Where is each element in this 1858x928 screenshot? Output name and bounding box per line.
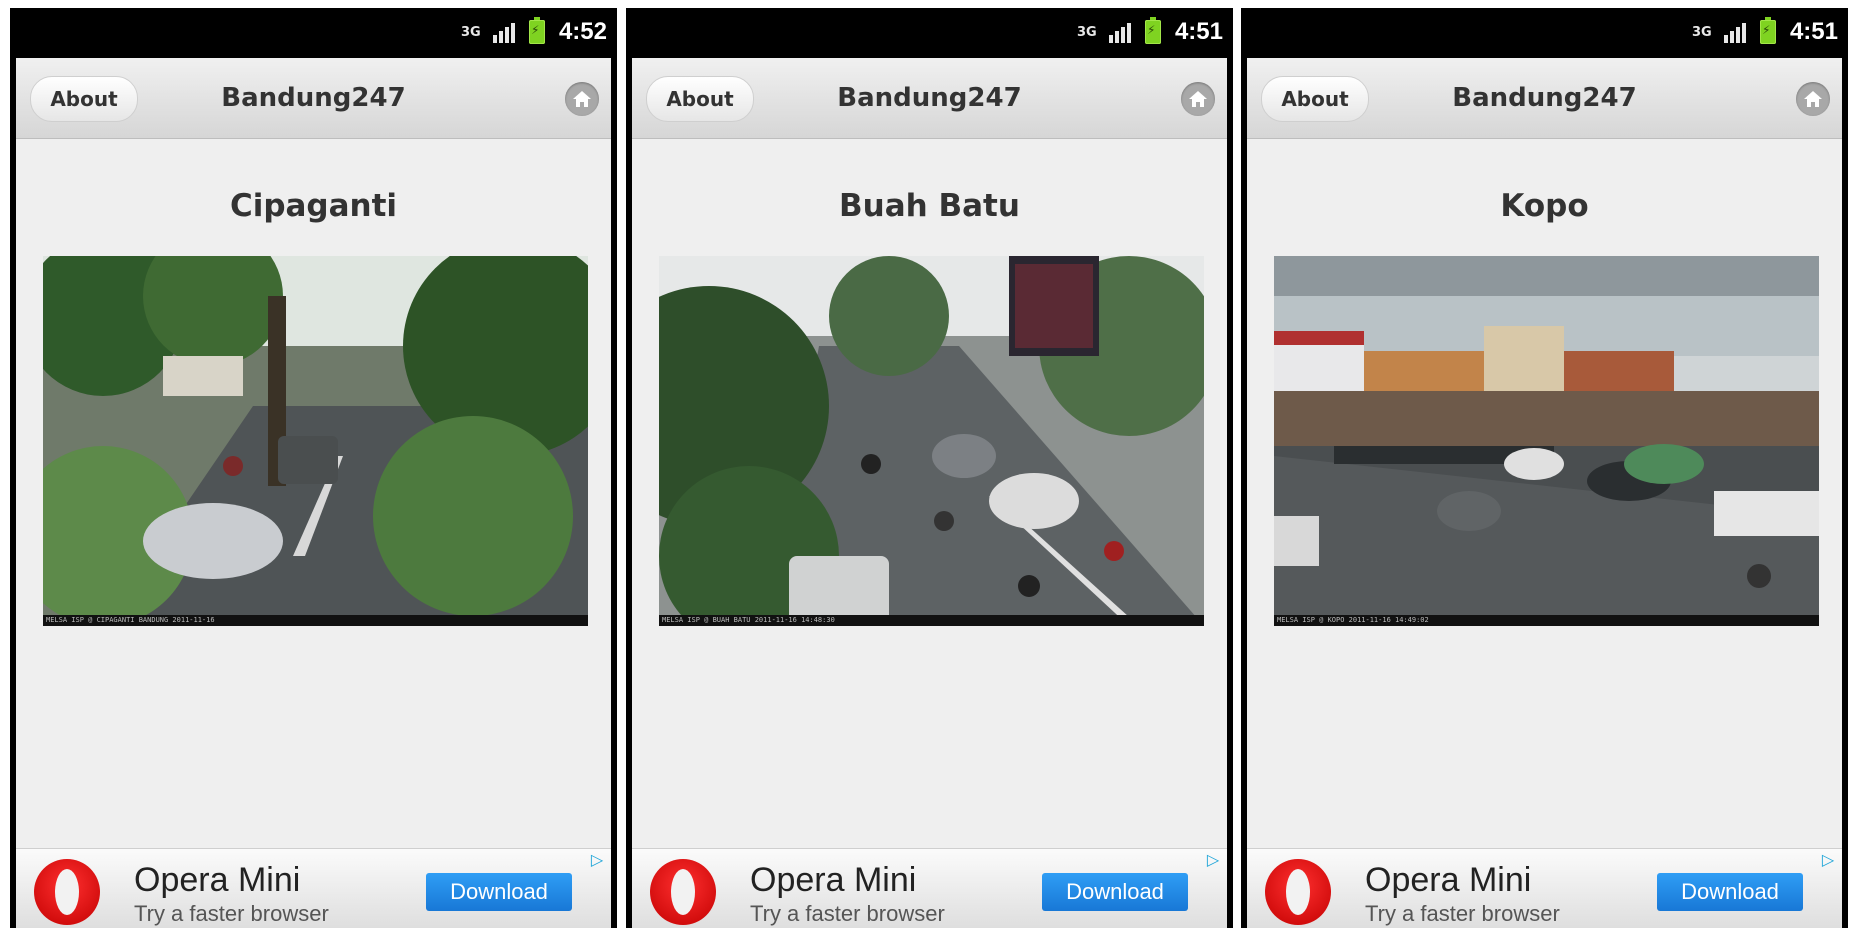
battery-icon xyxy=(1759,17,1776,44)
network-3g-icon: 3G xyxy=(1076,24,1097,40)
download-button[interactable]: Download xyxy=(1657,873,1803,911)
network-3g-icon: 3G xyxy=(460,24,481,40)
signal-icon xyxy=(1723,21,1746,43)
ad-title: Opera Mini xyxy=(134,861,301,899)
home-button[interactable] xyxy=(1181,82,1215,116)
screenshot-collage: 3G 4:52 About Bandung247 Cipaganti xyxy=(10,8,1848,928)
status-bar: 3G 4:52 xyxy=(10,8,617,56)
clock: 4:51 xyxy=(1174,18,1223,45)
home-icon xyxy=(573,91,591,107)
battery-icon xyxy=(528,17,545,44)
camera-caption: MELSA ISP @ CIPAGANTI BANDUNG 2011-11-16 xyxy=(43,615,588,626)
clock: 4:52 xyxy=(558,18,607,45)
header-bar: About Bandung247 xyxy=(16,58,611,139)
location-title: Cipaganti xyxy=(229,188,398,224)
home-icon xyxy=(1189,91,1207,107)
camera-caption: MELSA ISP @ BUAH BATU 2011-11-16 14:48:3… xyxy=(659,615,1204,626)
adchoices-icon[interactable]: ▷ xyxy=(1818,851,1838,869)
traffic-camera-image[interactable]: MELSA ISP @ CIPAGANTI BANDUNG 2011-11-16 xyxy=(43,256,588,626)
network-label: 3G xyxy=(460,24,481,40)
app-title: Bandung247 xyxy=(221,83,406,113)
phone-screen-cipaganti: 3G 4:52 About Bandung247 Cipaganti xyxy=(10,8,617,928)
opera-logo-icon xyxy=(34,859,100,925)
download-button[interactable]: Download xyxy=(1042,873,1188,911)
phone-screen-kopo: 3G 4:51 About Bandung247 Kopo xyxy=(1241,8,1848,928)
adchoices-icon[interactable]: ▷ xyxy=(1203,851,1223,869)
ad-tagline: Try a faster browser xyxy=(750,901,945,926)
location-title: Kopo xyxy=(1500,188,1589,224)
download-button[interactable]: Download xyxy=(426,873,572,911)
signal-icon xyxy=(492,21,515,43)
opera-logo-icon xyxy=(1265,859,1331,925)
header-bar: About Bandung247 xyxy=(1247,58,1842,139)
header-bar: About Bandung247 xyxy=(632,58,1227,139)
opera-mini-ad-banner[interactable]: Opera Mini Try a faster browser Download… xyxy=(16,848,611,928)
home-button[interactable] xyxy=(1796,82,1830,116)
phone-screen-buah-batu: 3G 4:51 About Bandung247 Buah Batu xyxy=(626,8,1233,928)
clock: 4:51 xyxy=(1789,18,1838,45)
app-view: About Bandung247 Kopo MELSA ISP @ KOPO 2… xyxy=(1247,58,1842,928)
opera-mini-ad-banner[interactable]: Opera Mini Try a faster browser Download… xyxy=(632,848,1227,928)
network-label: 3G xyxy=(1691,24,1712,40)
camera-caption: MELSA ISP @ KOPO 2011-11-16 14:49:02 xyxy=(1274,615,1819,626)
network-label: 3G xyxy=(1076,24,1097,40)
network-3g-icon: 3G xyxy=(1691,24,1712,40)
home-icon xyxy=(1804,91,1822,107)
app-title: Bandung247 xyxy=(837,83,1022,113)
battery-icon xyxy=(1144,17,1161,44)
location-title: Buah Batu xyxy=(839,188,1020,224)
adchoices-icon[interactable]: ▷ xyxy=(587,851,607,869)
status-bar: 3G 4:51 xyxy=(1241,8,1848,56)
home-button[interactable] xyxy=(565,82,599,116)
signal-icon xyxy=(1108,21,1131,43)
status-bar: 3G 4:51 xyxy=(626,8,1233,56)
traffic-camera-image[interactable]: MELSA ISP @ BUAH BATU 2011-11-16 14:48:3… xyxy=(659,256,1204,626)
app-view: About Bandung247 Cipaganti MELSA ISP @ C… xyxy=(16,58,611,928)
opera-logo-icon xyxy=(650,859,716,925)
ad-title: Opera Mini xyxy=(750,861,917,899)
ad-tagline: Try a faster browser xyxy=(1365,901,1560,926)
app-view: About Bandung247 Buah Batu MELSA ISP @ B… xyxy=(632,58,1227,928)
opera-mini-ad-banner[interactable]: Opera Mini Try a faster browser Download… xyxy=(1247,848,1842,928)
traffic-camera-image[interactable]: MELSA ISP @ KOPO 2011-11-16 14:49:02 xyxy=(1274,256,1819,626)
ad-title: Opera Mini xyxy=(1365,861,1532,899)
ad-tagline: Try a faster browser xyxy=(134,901,329,926)
app-title: Bandung247 xyxy=(1452,83,1637,113)
